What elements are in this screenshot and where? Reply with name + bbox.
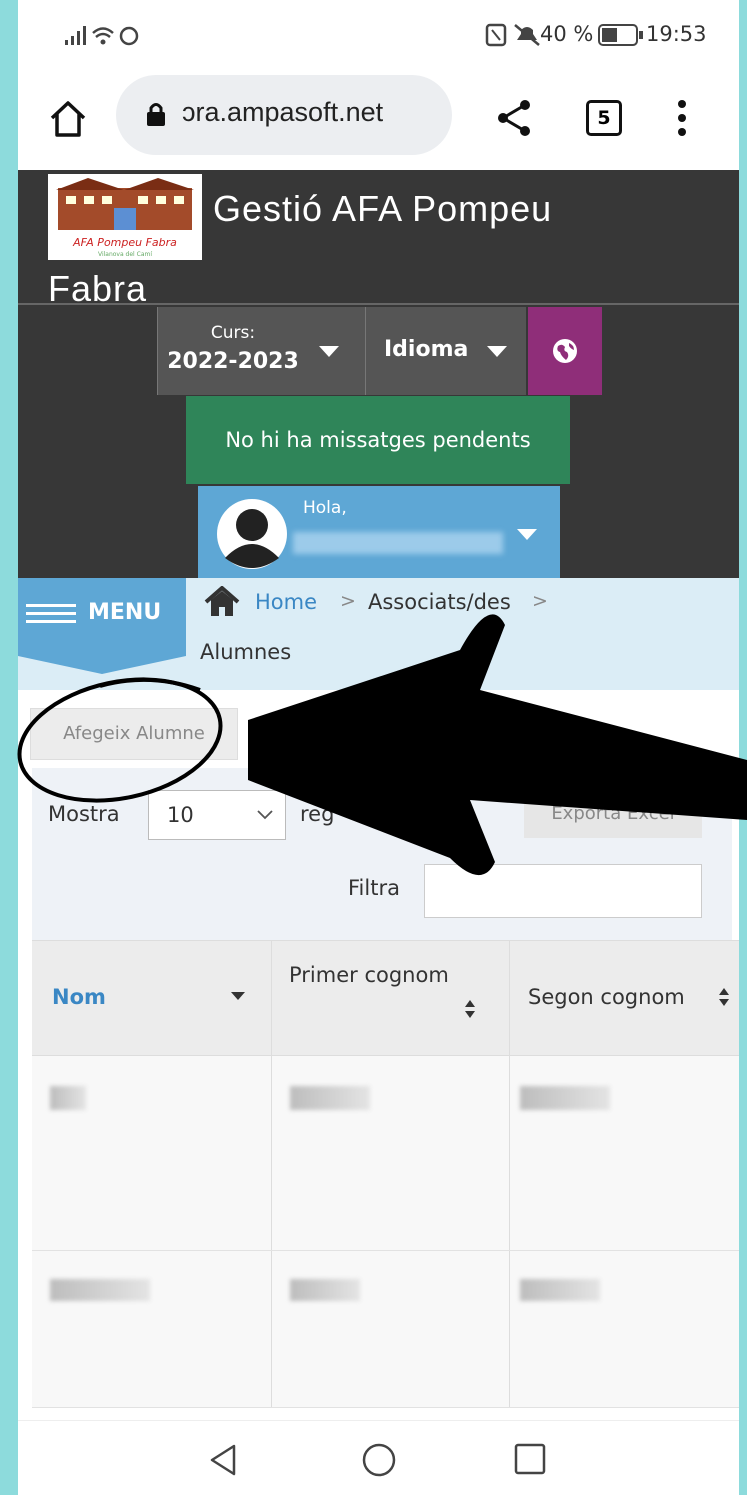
browser-toolbar: ɔra.ampasoft.net 5 xyxy=(18,66,739,170)
redacted-value xyxy=(290,1086,370,1110)
page-size-select[interactable]: 10 xyxy=(148,790,286,840)
breadcrumb-associats[interactable]: Associats/des xyxy=(368,590,511,614)
redacted-value xyxy=(50,1279,150,1301)
share-icon[interactable] xyxy=(494,98,534,138)
sort-icon xyxy=(465,1000,475,1018)
messages-banner[interactable]: No hi ha missatges pendents xyxy=(186,396,570,484)
course-value: 2022-2023 xyxy=(167,349,299,374)
android-nav-bar xyxy=(18,1420,739,1495)
app-header: AFA Pompeu Fabra Vilanova del Camí Gesti… xyxy=(18,170,739,578)
phone-screen: 40 % 19:53 ɔra.ampasoft.net 5 AFA Pompeu… xyxy=(18,0,739,1495)
column-header-nom[interactable]: Nom xyxy=(32,941,272,1055)
battery-percent: 40 % xyxy=(540,22,594,46)
menu-label: MENU xyxy=(88,600,162,625)
user-name-redacted xyxy=(293,532,503,554)
square-recent-icon[interactable] xyxy=(514,1443,546,1475)
clock: 19:53 xyxy=(646,22,707,46)
user-greeting: Hola, xyxy=(303,498,347,518)
course-selector[interactable]: Curs: 2022-2023 xyxy=(157,307,365,395)
battery-icon xyxy=(598,24,643,46)
hamburger-icon xyxy=(26,604,76,623)
globe-button[interactable] xyxy=(528,307,602,395)
redacted-value xyxy=(290,1279,360,1301)
breadcrumb-home[interactable]: Home xyxy=(255,590,317,614)
breadcrumb-sep: > xyxy=(340,590,356,612)
circle-home-icon[interactable] xyxy=(362,1443,396,1477)
show-label: Mostra xyxy=(48,802,120,826)
filter-label: Filtra xyxy=(348,876,400,900)
url-bar[interactable]: ɔra.ampasoft.net xyxy=(116,75,452,155)
menu-tab-tip xyxy=(18,656,186,674)
breadcrumb-alumnes: Alumnes xyxy=(200,640,292,664)
column-header-primer-cognom[interactable]: Primer cognom xyxy=(272,941,510,1055)
kebab-menu-icon[interactable] xyxy=(674,98,690,138)
svg-text:Vilanova del Camí: Vilanova del Camí xyxy=(98,251,152,258)
tabs-icon[interactable]: 5 xyxy=(586,100,622,136)
app-title-line1: Gestió AFA Pompeu xyxy=(213,188,553,229)
menu-button[interactable]: MENU xyxy=(18,578,186,656)
caret-down-icon xyxy=(319,346,339,357)
course-label: Curs: xyxy=(210,323,256,343)
globe-icon xyxy=(553,339,577,363)
redacted-value xyxy=(520,1086,610,1110)
add-student-button[interactable]: Afegeix Alumne xyxy=(30,708,238,760)
page-size-value: 10 xyxy=(167,803,194,827)
column-header-segon-cognom[interactable]: Segon cognom xyxy=(510,941,739,1055)
svg-text:AFA Pompeu Fabra: AFA Pompeu Fabra xyxy=(72,236,177,249)
table-header: Nom Primer cognom Segon cognom xyxy=(32,940,739,1056)
redacted-value xyxy=(520,1279,600,1301)
redacted-value xyxy=(50,1086,86,1110)
language-label: Idioma xyxy=(384,337,469,362)
export-excel-button[interactable]: Exporta Excel xyxy=(524,790,702,838)
avatar-icon xyxy=(217,499,287,569)
caret-down-icon xyxy=(517,529,537,540)
house-icon xyxy=(204,586,240,616)
lock-icon xyxy=(147,103,165,126)
signal-wifi-icons xyxy=(65,26,139,46)
divider xyxy=(18,303,739,305)
records-label: reg xyxy=(300,802,335,826)
school-logo-image: AFA Pompeu Fabra Vilanova del Camí xyxy=(56,178,194,258)
sort-desc-icon xyxy=(231,992,245,1000)
students-table: Nom Primer cognom Segon cognom xyxy=(32,940,739,1408)
home-icon[interactable] xyxy=(48,100,88,138)
status-bar: 40 % 19:53 xyxy=(18,0,739,66)
user-menu[interactable]: Hola, xyxy=(198,486,560,578)
filter-input[interactable] xyxy=(424,864,702,918)
url-text: ɔra.ampasoft.net xyxy=(182,97,384,127)
back-icon[interactable] xyxy=(208,1443,238,1477)
table-controls: Mostra 10 reg Exporta Excel Filtra xyxy=(32,768,732,940)
chevron-down-icon xyxy=(257,810,273,820)
language-selector[interactable]: Idioma xyxy=(365,307,526,395)
table-row[interactable] xyxy=(32,1056,739,1251)
caret-down-icon xyxy=(487,346,507,357)
table-row[interactable] xyxy=(32,1251,739,1408)
afa-logo[interactable]: AFA Pompeu Fabra Vilanova del Camí xyxy=(48,174,202,260)
sort-icon xyxy=(719,988,729,1006)
breadcrumb-sep: > xyxy=(532,590,548,612)
